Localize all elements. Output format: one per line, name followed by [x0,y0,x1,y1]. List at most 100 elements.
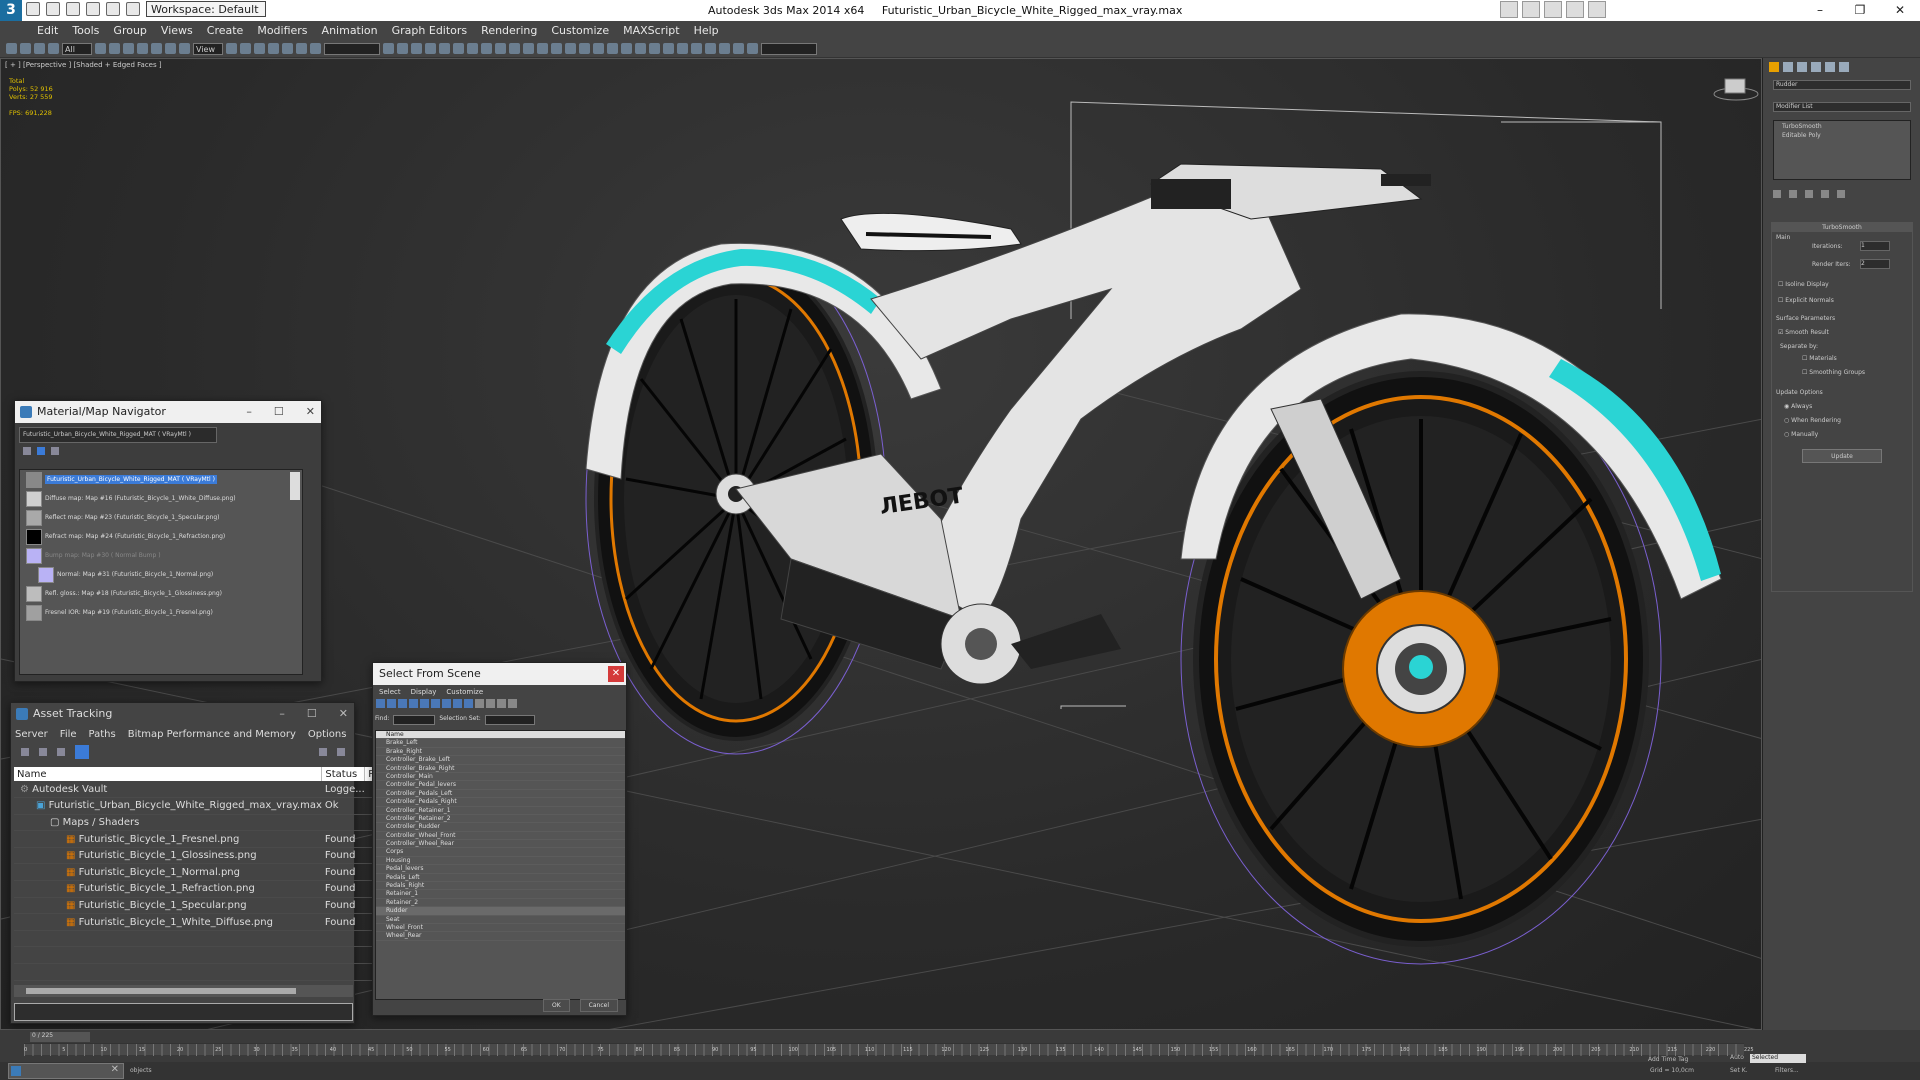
viewcube-icon[interactable] [1713,78,1759,101]
refresh-icon[interactable] [21,748,29,756]
menu-file[interactable]: File [60,729,77,740]
create-tab-icon[interactable] [1769,62,1779,72]
list-item[interactable]: Controller_Retainer_1 [376,807,625,815]
table-row[interactable]: ▦ Futuristic_Bicycle_1_Normal.png Found [14,863,385,882]
key-filters-button[interactable]: Filters... [1775,1067,1799,1074]
close-icon[interactable]: ✕ [111,1064,119,1075]
table-row[interactable]: ▣ Futuristic_Urban_Bicycle_White_Rigged_… [14,797,385,815]
filter-groups-icon[interactable] [442,699,451,708]
list-item[interactable]: Controller_Main [376,773,625,782]
highlight-icon[interactable] [319,748,327,756]
table-row[interactable]: ▦ Futuristic_Bicycle_1_Specular.png Found [14,897,385,915]
table-row[interactable]: ▢ Maps / Shaders [14,814,385,832]
always-radio[interactable]: ◉ Always [1784,403,1812,410]
filter-helpers-icon[interactable] [420,699,429,708]
help-icon[interactable] [1588,1,1606,18]
unlink-icon[interactable] [48,43,59,54]
fur-icon[interactable] [663,43,674,54]
layer-icon[interactable] [411,43,422,54]
menu-select[interactable]: Select [379,688,401,696]
redo-icon[interactable] [106,2,120,16]
list-item[interactable]: Controller_Wheel_Front [376,832,625,841]
select-from-scene-dialog[interactable]: Select From Scene ✕ Select Display Custo… [372,662,627,1016]
isoline-checkbox[interactable]: ☐ Isoline Display [1778,281,1829,288]
stack-item-turbosmooth[interactable]: TurboSmooth [1774,121,1910,132]
maximize-button[interactable]: ☐ [307,703,317,725]
materials-checkbox[interactable]: ☐ Materials [1802,355,1837,362]
pin-stack-icon[interactable] [1773,190,1781,198]
material-tree-item[interactable]: Bump map: Map #30 ( Normal Bump ) [20,546,302,565]
reference-coordinate-dropdown[interactable]: View [193,42,223,55]
material-tree-item[interactable]: Refl. gloss.: Map #18 (Futuristic_Bicycl… [20,584,302,603]
scale-icon[interactable] [179,43,190,54]
percent-snap-icon[interactable] [282,43,293,54]
tree-scrollbar[interactable] [290,472,300,500]
cancel-button[interactable]: Cancel [579,999,618,1012]
selection-set-dropdown[interactable] [484,715,535,725]
smooth-result-checkbox[interactable]: ☑ Smooth Result [1778,329,1829,336]
column-status[interactable]: Status [321,767,366,781]
close-button[interactable]: ✕ [608,666,624,682]
angle-snap-icon[interactable] [268,43,279,54]
redo-icon[interactable] [20,43,31,54]
material-tree-item[interactable]: Futuristic_Urban_Bicycle_White_Rigged_MA… [20,470,302,489]
filter-lights-icon[interactable] [398,699,407,708]
material-path-field[interactable]: Futuristic_Urban_Bicycle_White_Rigged_MA… [19,427,217,443]
saddle[interactable] [840,212,1022,252]
save-file-icon[interactable] [66,2,80,16]
undo-icon[interactable] [86,2,100,16]
view-icons-icon[interactable] [37,447,45,455]
hierarchy-tab-icon[interactable] [1797,62,1807,72]
binoculars-icon[interactable] [1522,1,1540,18]
render-preset-dropdown[interactable] [761,42,817,55]
object-name-field[interactable]: Rudder [1773,80,1911,90]
list-item[interactable]: Pedals_Left [376,874,625,883]
vray-icon-1[interactable] [523,43,534,54]
list-item[interactable]: Controller_Brake_Right [376,765,625,773]
filter-bones-icon[interactable] [464,699,473,708]
select-from-scene-titlebar[interactable]: Select From Scene ✕ [373,663,626,685]
maximize-button[interactable]: ☐ [274,401,284,423]
ribbon-icon[interactable] [425,43,436,54]
menu-modifiers[interactable]: Modifiers [250,21,314,40]
render-iters-spinner[interactable]: 2 [1860,259,1890,269]
vray-icon-4[interactable] [565,43,576,54]
fog-icon[interactable] [691,43,702,54]
mesh-export-icon[interactable] [705,43,716,54]
proxy-icon[interactable] [649,43,660,54]
window-crossing-icon[interactable] [137,43,148,54]
modify-tab-icon[interactable] [1783,62,1793,72]
utilities-tab-icon[interactable] [1839,62,1849,72]
menu-graph-editors[interactable]: Graph Editors [385,21,475,40]
list-item[interactable]: Seat [376,916,625,924]
menu-rendering[interactable]: Rendering [474,21,544,40]
find-input[interactable] [393,715,436,725]
render-icon[interactable] [509,43,520,54]
rotate-icon[interactable] [165,43,176,54]
named-selection-dropdown[interactable] [324,42,380,55]
key-filter-dropdown[interactable]: Selected [1750,1054,1806,1063]
select-by-name-icon[interactable] [109,43,120,54]
scene-object-list[interactable]: Name Brake_Left Brake_Right Controller_B… [375,730,626,1000]
menu-bitmap-performance[interactable]: Bitmap Performance and Memory [128,729,296,740]
table-row[interactable]: ▦ Futuristic_Bicycle_1_Refraction.png Fou… [14,880,385,898]
list-item[interactable]: Corps [376,848,625,857]
mirror-icon[interactable] [383,43,394,54]
new-file-icon[interactable] [26,2,40,16]
camera-icon[interactable] [621,43,632,54]
when-rendering-radio[interactable]: ○ When Rendering [1784,417,1841,424]
select-object-icon[interactable] [95,43,106,54]
list-item[interactable]: Pedal_levers [376,865,625,874]
iterations-spinner[interactable]: 1 [1860,241,1890,251]
pedal[interactable] [1011,614,1121,669]
select-none-icon[interactable] [486,699,495,708]
star-icon[interactable] [1566,1,1584,18]
list-item[interactable]: Controller_Pedals_Left [376,790,625,799]
spinner-snap-icon[interactable] [296,43,307,54]
column-name[interactable]: Name [14,767,323,781]
workspace-dropdown[interactable]: Workspace: Default [146,1,266,17]
menu-display[interactable]: Display [411,688,437,696]
table-view-icon[interactable] [75,745,89,759]
manipulate-icon[interactable] [240,43,251,54]
display-tab-icon[interactable] [1825,62,1835,72]
